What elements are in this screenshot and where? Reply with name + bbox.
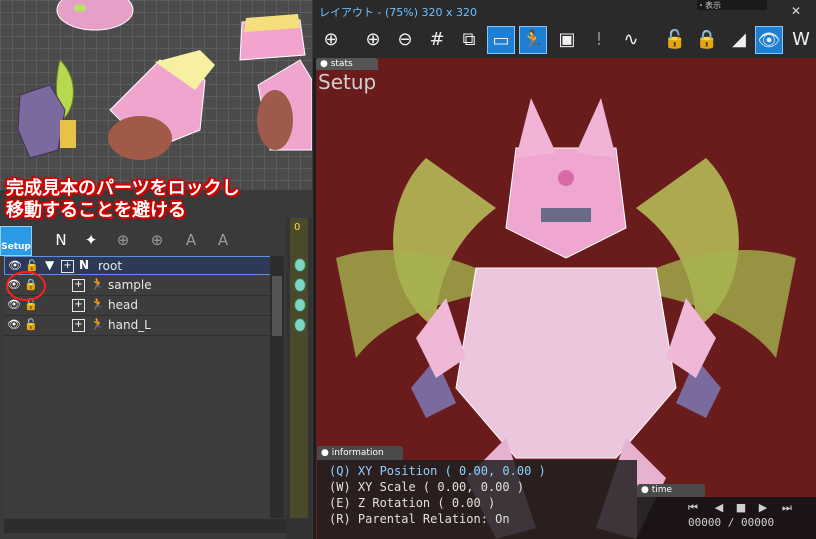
tree-row-label: head <box>108 298 138 312</box>
export-frame-icon[interactable]: ▣ <box>553 26 581 54</box>
bone-person-icon: 🏃 <box>90 297 105 311</box>
time-readout: 00000 / 00000 <box>688 516 774 529</box>
timeline-strip[interactable]: 0 <box>286 218 312 539</box>
eye-toggle-icon[interactable]: 👁 <box>755 26 783 54</box>
part-tree: 👁 🔓 ▼ + N root 👁 🔒 + 🏃 sample 👁 🔓 + 🏃 he… <box>4 256 272 518</box>
crosshair-icon[interactable]: ⊕ <box>317 26 345 54</box>
visibility-eye-icon[interactable]: 👁 <box>7 299 21 311</box>
text-up-icon[interactable]: A <box>180 228 202 252</box>
setup-label: Setup <box>1 242 31 252</box>
bone-pose-icon[interactable]: 🏃 <box>519 26 547 54</box>
layout-toolbar: ⊕ ⊕ ⊖ # ⧉ ▭ 🏃 ▣ ! ∿ 🔓 🔒 ◢ 👁 W <box>313 22 816 58</box>
weight-paint-icon[interactable]: W <box>787 26 815 54</box>
bone-person-icon: 🏃 <box>90 277 105 291</box>
image-crop-icon[interactable]: ⧉ <box>455 26 483 54</box>
tree-row-head[interactable]: 👁 🔓 + 🏃 head <box>4 296 270 316</box>
annotation-callout: 完成見本のパーツをロックし 移動することを避ける <box>6 178 312 230</box>
lock-highlight-circle <box>6 271 46 301</box>
information-tab[interactable]: ● information <box>317 446 403 460</box>
time-tab[interactable]: ● time <box>637 484 705 497</box>
tree-row-label: root <box>98 259 123 273</box>
visibility-eye-icon[interactable]: 👁 <box>8 260 22 272</box>
curve-icon[interactable]: ∿ <box>617 26 645 54</box>
collapse-triangle-icon[interactable]: ▼ <box>45 258 54 272</box>
add-image-icon[interactable]: ⊕ <box>146 228 168 252</box>
time-panel: ⏮ ◀ ■ ▶ ⏭ 00000 / 00000 <box>637 497 816 539</box>
expand-box-icon[interactable]: + <box>61 260 74 273</box>
stats-tab-label: stats <box>330 59 353 69</box>
information-panel: (Q) XY Position ( 0.00, 0.00 ) (W) XY Sc… <box>317 460 637 539</box>
keyframe-marker[interactable] <box>294 258 306 272</box>
tree-row-label: hand_L <box>108 318 151 332</box>
add-star-icon[interactable]: ✦ <box>80 228 102 252</box>
tree-horizontal-scrollbar[interactable] <box>4 519 286 533</box>
time-tab-label: time <box>651 485 673 495</box>
add-bone-icon[interactable]: ⊕ <box>112 228 134 252</box>
info-xy-position: (Q) XY Position ( 0.00, 0.00 ) <box>329 464 546 478</box>
tree-row-root[interactable]: 👁 🔓 ▼ + N root <box>4 256 272 275</box>
lock-up-icon[interactable]: 🔓 <box>661 26 689 54</box>
info-xy-scale: (W) XY Scale ( 0.00, 0.00 ) <box>329 480 525 494</box>
setup-mode-button[interactable]: Setup <box>0 226 32 256</box>
stop-icon[interactable]: ■ <box>733 501 749 515</box>
stats-tab[interactable]: ● stats <box>316 58 378 70</box>
tree-toolbar: Setup N ✦ ⊕ ⊕ A A <box>0 226 286 256</box>
atlas-parts-illustration <box>17 0 312 160</box>
expand-box-icon[interactable]: + <box>72 279 85 292</box>
texture-atlas-view[interactable] <box>0 0 312 190</box>
grid-icon[interactable]: # <box>423 26 451 54</box>
lock-rotate-icon[interactable]: 🔒 <box>693 26 721 54</box>
keyframe-marker[interactable] <box>294 278 306 292</box>
info-z-rotation: (E) Z Rotation ( 0.00 ) <box>329 496 496 510</box>
close-icon[interactable]: ✕ <box>790 5 802 17</box>
zoom-out-icon[interactable]: ⊖ <box>391 26 419 54</box>
tree-row-hand-l[interactable]: 👁 🔓 + 🏃 hand_L <box>4 316 270 336</box>
frame-icon[interactable]: ▭ <box>487 26 515 54</box>
frame-separator: / <box>727 516 735 529</box>
unlocked-padlock-icon[interactable]: 🔓 <box>24 318 38 332</box>
skip-start-icon[interactable]: ⏮ <box>685 501 701 515</box>
mode-label: Setup <box>318 70 377 94</box>
step-back-icon[interactable]: ◀ <box>711 501 727 515</box>
keyframe-marker[interactable] <box>294 298 306 312</box>
weight-icon[interactable]: ◢ <box>725 26 753 54</box>
current-frame: 00000 <box>688 516 722 529</box>
info-box-icon[interactable]: ! <box>585 26 613 54</box>
keyframe-marker[interactable] <box>294 318 306 332</box>
information-tab-label: information <box>331 448 384 458</box>
expand-box-icon[interactable]: + <box>72 299 85 312</box>
timeline-frame-label: 0 <box>294 222 301 233</box>
layout-title: レイアウト - (75%) 320 x 320 <box>319 6 477 19</box>
skip-end-icon[interactable]: ⏭ <box>779 501 795 515</box>
bone-person-icon: 🏃 <box>90 317 105 331</box>
annotation-line-1: 完成見本のパーツをロックし <box>6 178 240 199</box>
tree-vertical-scrollbar[interactable] <box>270 256 284 518</box>
info-parental-relation: (R) Parental Relation: On <box>329 512 510 526</box>
zoom-in-icon[interactable]: ⊕ <box>359 26 387 54</box>
tab-corner-label[interactable]: ・表示 <box>697 0 767 10</box>
visibility-eye-icon[interactable]: 👁 <box>7 319 21 331</box>
scrollbar-thumb[interactable] <box>272 276 282 336</box>
null-bone-icon: N <box>79 258 90 272</box>
annotation-line-2: 移動することを避ける <box>6 200 186 221</box>
text-down-icon[interactable]: A <box>212 228 234 252</box>
play-icon[interactable]: ▶ <box>755 501 771 515</box>
add-null-icon[interactable]: N <box>50 228 72 252</box>
tree-row-label: sample <box>108 278 152 292</box>
expand-box-icon[interactable]: + <box>72 319 85 332</box>
total-frames: 00000 <box>741 516 775 529</box>
